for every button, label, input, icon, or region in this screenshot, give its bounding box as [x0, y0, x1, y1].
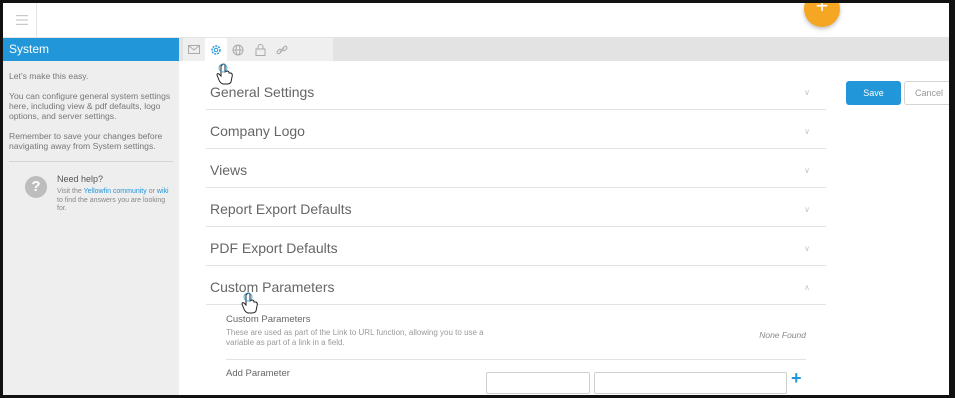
section-report-export-defaults[interactable]: Report Export Defaults ∨	[206, 189, 826, 227]
add-parameter-label: Add Parameter	[226, 368, 290, 379]
sidebar: System Let's make this easy. You can con…	[3, 38, 179, 395]
none-found-text: None Found	[759, 330, 806, 340]
hamburger-menu-icon[interactable]	[7, 3, 37, 37]
parameter-value-input[interactable]	[594, 372, 787, 394]
chevron-down-icon: ∨	[804, 205, 810, 214]
top-bar: +	[3, 3, 949, 38]
tab-region[interactable]	[227, 38, 249, 61]
plus-icon: +	[815, 0, 829, 18]
sidebar-intro: Let's make this easy.	[9, 71, 89, 81]
help-text-middle: or	[146, 188, 157, 195]
section-title: PDF Export Defaults	[210, 240, 338, 256]
hand-cursor-icon	[216, 63, 233, 85]
section-company-logo[interactable]: Company Logo ∨	[206, 111, 826, 149]
envelope-icon	[188, 45, 200, 54]
tab-general[interactable]	[205, 38, 227, 61]
link-icon	[276, 45, 288, 54]
help-text: Visit the Yellowfin community or wiki to…	[57, 188, 175, 214]
help-box: ? Need help? Visit the Yellowfin communi…	[3, 170, 179, 230]
sidebar-title: System	[3, 38, 179, 61]
chevron-down-icon: ∨	[804, 127, 810, 136]
section-title: Company Logo	[210, 123, 305, 139]
add-parameter-button[interactable]: +	[791, 368, 802, 389]
add-content-fab[interactable]: +	[804, 0, 840, 27]
community-link[interactable]: Yellowfin community	[84, 188, 147, 195]
gear-icon	[211, 44, 221, 55]
settings-tab-bar	[179, 38, 949, 61]
section-pdf-export-defaults[interactable]: PDF Export Defaults ∨	[206, 228, 826, 266]
save-button[interactable]: Save	[846, 81, 901, 105]
lock-icon	[255, 43, 265, 56]
app-window: + System Let's make this easy. You can c…	[0, 0, 955, 398]
help-text-before: Visit the	[57, 188, 84, 195]
chevron-down-icon: ∨	[804, 88, 810, 97]
help-title: Need help?	[57, 174, 104, 184]
chevron-up-icon: ∧	[804, 283, 810, 292]
section-custom-parameters[interactable]: Custom Parameters ∧	[206, 267, 826, 305]
settings-content: General Settings ∨ Company Logo ∨ Views …	[179, 61, 826, 395]
chevron-down-icon: ∨	[804, 166, 810, 175]
tab-email[interactable]	[183, 38, 205, 61]
sidebar-divider	[9, 161, 173, 162]
tab-integration[interactable]	[271, 38, 293, 61]
section-title: Report Export Defaults	[210, 201, 352, 217]
custom-parameters-label: Custom Parameters	[226, 314, 311, 325]
section-title: General Settings	[210, 84, 315, 100]
cancel-button[interactable]: Cancel	[904, 81, 949, 105]
wiki-link[interactable]: wiki	[157, 188, 169, 195]
section-views[interactable]: Views ∨	[206, 150, 826, 188]
tab-security[interactable]	[249, 38, 271, 61]
chevron-down-icon: ∨	[804, 244, 810, 253]
parameter-name-input[interactable]	[486, 372, 590, 394]
custom-parameters-panel: Custom Parameters These are used as part…	[226, 314, 806, 348]
help-text-after: to find the answers you are looking for.	[57, 196, 166, 213]
settings-tabs	[183, 38, 333, 61]
custom-parameters-description: These are used as part of the Link to UR…	[226, 328, 484, 347]
sidebar-reminder: Remember to save your changes before nav…	[9, 131, 163, 151]
globe-icon	[232, 44, 244, 55]
section-title: Custom Parameters	[210, 279, 335, 295]
section-title: Views	[210, 162, 248, 178]
question-icon: ?	[25, 176, 47, 198]
plus-icon: +	[791, 368, 802, 388]
section-general-settings[interactable]: General Settings ∨	[206, 72, 826, 110]
hand-cursor-icon	[241, 292, 258, 314]
sidebar-description: You can configure general system setting…	[9, 91, 171, 121]
parameters-divider	[226, 359, 806, 360]
